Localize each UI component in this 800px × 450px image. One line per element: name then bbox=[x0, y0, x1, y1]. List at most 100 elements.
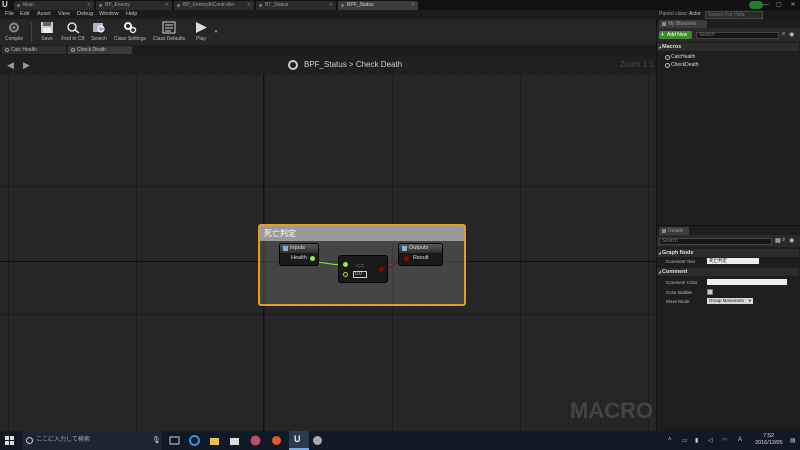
breadcrumb-root[interactable]: BPF_Status bbox=[304, 60, 347, 69]
tab-bp-enemy-ai-controller[interactable]: BP_EnemyAIController ✕ bbox=[174, 1, 254, 10]
microphone-icon[interactable]: 🎙 bbox=[152, 436, 161, 444]
network-icon[interactable]: ▭ bbox=[682, 437, 688, 444]
close-icon[interactable]: ✕ bbox=[87, 1, 91, 10]
chrome-browser-icon[interactable] bbox=[250, 435, 261, 446]
inputs-node[interactable]: Inputs Health bbox=[279, 243, 319, 266]
close-icon[interactable]: ✕ bbox=[329, 1, 333, 10]
eye-icon[interactable]: ◉ bbox=[789, 237, 794, 244]
macro-item-checkdeath[interactable]: CheckDeath bbox=[665, 62, 699, 68]
class-defaults-label: Class Defaults bbox=[152, 36, 186, 42]
search-icon[interactable]: ⌕ bbox=[782, 31, 785, 38]
b-value-field[interactable]: 0.0 bbox=[353, 271, 367, 278]
result-input-pin[interactable] bbox=[404, 256, 409, 261]
color-bubble-label: Color Bubble bbox=[666, 290, 693, 295]
play-label: Play bbox=[196, 36, 206, 42]
ime-indicator[interactable]: A bbox=[738, 437, 742, 443]
chevron-up-icon[interactable]: ˄ bbox=[668, 437, 672, 443]
details-tab[interactable]: Details bbox=[659, 227, 689, 235]
class-defaults-button[interactable]: Class Defaults bbox=[151, 20, 187, 44]
file-explorer-icon[interactable] bbox=[209, 435, 220, 446]
menu-edit[interactable]: Edit bbox=[20, 10, 29, 19]
forward-arrow-icon[interactable]: ▶ bbox=[23, 60, 30, 71]
unreal-editor-taskbar-button[interactable]: U bbox=[289, 431, 309, 450]
move-mode-select[interactable]: Group Movement ▾ bbox=[707, 298, 753, 304]
toolbar-divider bbox=[31, 22, 32, 42]
menu-debug[interactable]: Debug bbox=[77, 10, 93, 19]
back-arrow-icon[interactable]: ◀ bbox=[7, 60, 14, 71]
tab-label: BP_Enemy bbox=[105, 2, 131, 8]
close-window-button[interactable]: ✕ bbox=[786, 0, 800, 10]
menu-view[interactable]: View bbox=[58, 10, 70, 19]
less-equal-node[interactable]: <= 0.0 bbox=[338, 255, 388, 283]
windows-start-icon[interactable] bbox=[5, 436, 14, 445]
macros-section-header[interactable]: Macros bbox=[657, 43, 799, 51]
notification-icon[interactable]: ▤ bbox=[790, 437, 796, 444]
class-settings-button[interactable]: Class Settings bbox=[113, 20, 147, 44]
color-bubble-checkbox[interactable] bbox=[707, 289, 713, 295]
eye-icon[interactable]: ◉ bbox=[789, 31, 794, 38]
my-blueprint-search-input[interactable]: Search bbox=[696, 32, 779, 39]
panel-divider bbox=[657, 225, 800, 226]
minimize-button[interactable]: — bbox=[759, 0, 773, 10]
property-matrix-icon[interactable]: ▦ bbox=[775, 237, 781, 244]
clock-date: 2016/12/05 bbox=[755, 440, 783, 446]
chevron-down-icon: ▾ bbox=[748, 298, 751, 303]
battery-icon[interactable]: ▮ bbox=[695, 437, 698, 444]
tab-check-death[interactable]: Check Death bbox=[68, 46, 132, 54]
menu-file[interactable]: File bbox=[5, 10, 14, 19]
macro-watermark: MACRO bbox=[570, 398, 654, 423]
macro-item-calchealth[interactable]: CalcHealth bbox=[665, 54, 695, 60]
comment-title[interactable]: 死亡判定 bbox=[260, 226, 464, 241]
tab-bt-status[interactable]: BT_Status ✕ bbox=[256, 1, 336, 10]
menu-help[interactable]: Help bbox=[126, 10, 137, 19]
health-output-pin[interactable] bbox=[310, 256, 315, 261]
bool-output-pin[interactable] bbox=[379, 267, 384, 272]
save-button[interactable]: Save bbox=[36, 20, 58, 44]
add-new-button[interactable]: Add New bbox=[659, 31, 692, 39]
play-button[interactable]: Play bbox=[191, 20, 211, 44]
volume-icon[interactable]: ◁ bbox=[708, 437, 713, 444]
parent-class-value[interactable]: Actor bbox=[689, 11, 701, 17]
tab-bpf-status[interactable]: BPF_Status ✕ bbox=[338, 1, 418, 10]
breadcrumb: BPF_Status > Check Death bbox=[304, 60, 402, 69]
a-input-pin[interactable] bbox=[343, 262, 348, 267]
app-icon[interactable] bbox=[312, 435, 323, 446]
find-in-cb-button[interactable]: Find in CB bbox=[60, 20, 86, 44]
menu-window[interactable]: Window bbox=[99, 10, 119, 19]
task-view-icon[interactable] bbox=[169, 435, 180, 446]
maximize-button[interactable]: ▢ bbox=[772, 0, 786, 10]
details-search-input[interactable]: Search bbox=[659, 238, 772, 245]
tab-calc-health[interactable]: Calc Health bbox=[2, 46, 66, 54]
taskbar-search-input[interactable]: ここに入力して検索 bbox=[22, 431, 162, 450]
close-icon[interactable]: ✕ bbox=[247, 1, 251, 10]
compile-button[interactable]: Compile bbox=[2, 20, 26, 44]
macro-icon bbox=[5, 48, 9, 52]
title-bar: U Main ✕ BP_Enemy ✕ BP_EnemyAIController… bbox=[0, 0, 800, 10]
app-icon[interactable] bbox=[271, 435, 282, 446]
comment-section-header[interactable]: Comment bbox=[657, 268, 799, 276]
tab-icon bbox=[259, 4, 262, 7]
search-help-input[interactable]: Search For Help bbox=[705, 11, 763, 19]
outputs-node[interactable]: Outputs Result bbox=[398, 243, 443, 266]
graph-node-section-header[interactable]: Graph Node bbox=[657, 249, 799, 257]
graph-canvas[interactable]: ◀ ▶ BPF_Status > Check Death Zoom 1:1 MA… bbox=[0, 55, 656, 431]
clock[interactable]: 7:52 2016/12/05 bbox=[755, 433, 783, 447]
search-icon[interactable]: ⌕ bbox=[782, 237, 785, 244]
wifi-icon[interactable]: ◠ bbox=[722, 437, 727, 444]
search-button[interactable]: Search bbox=[88, 20, 110, 44]
tab-bp-enemy[interactable]: BP_Enemy ✕ bbox=[96, 1, 172, 10]
b-input-pin[interactable] bbox=[343, 272, 348, 277]
comment-color-swatch[interactable] bbox=[707, 279, 787, 285]
close-icon[interactable]: ✕ bbox=[411, 1, 415, 10]
edge-browser-icon[interactable] bbox=[189, 435, 200, 446]
store-icon[interactable] bbox=[229, 435, 240, 446]
tab-main[interactable]: Main ✕ bbox=[14, 1, 94, 10]
comment-text-field[interactable]: 死亡判定 bbox=[707, 258, 759, 264]
gear-icon bbox=[9, 22, 19, 33]
menu-asset[interactable]: Asset bbox=[37, 10, 51, 19]
play-options-dropdown[interactable]: ▾ bbox=[212, 20, 220, 44]
class-settings-icon bbox=[124, 22, 137, 34]
close-icon[interactable]: ✕ bbox=[165, 1, 169, 10]
my-blueprint-tab[interactable]: My Blueprint bbox=[659, 20, 707, 28]
details-tab-label: Details bbox=[668, 228, 684, 234]
